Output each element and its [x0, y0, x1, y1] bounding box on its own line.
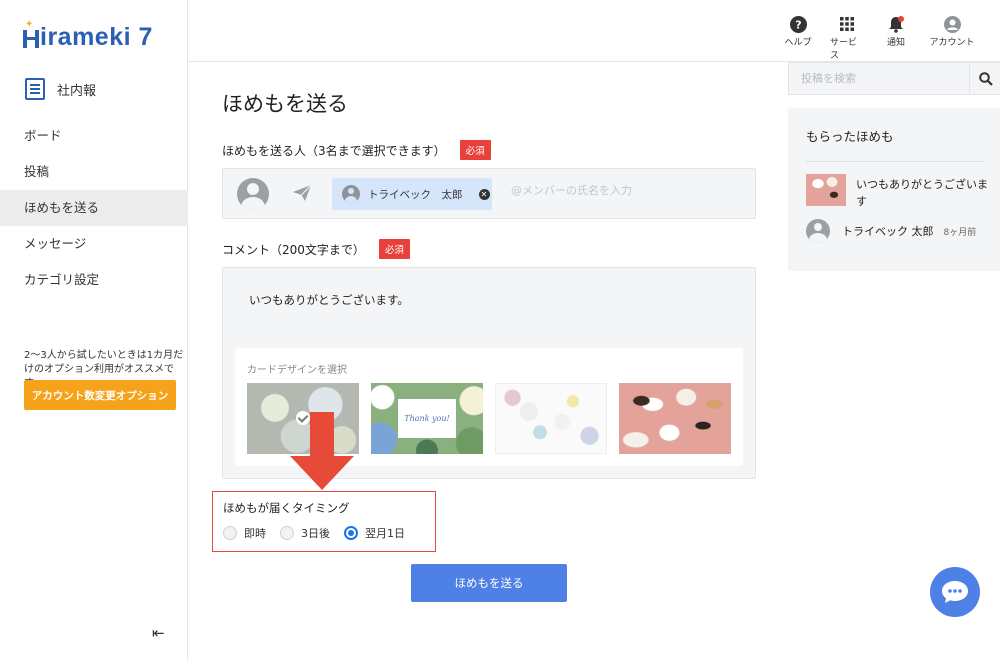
radio-icon	[280, 526, 294, 540]
svg-text:?: ?	[795, 18, 801, 31]
help-label: ヘルプ	[784, 38, 812, 48]
send-icon	[292, 184, 312, 206]
radio-icon	[223, 526, 237, 540]
thank-you-card-text: Thank you!	[398, 399, 456, 438]
send-homemo-button[interactable]: ほめもを送る	[411, 564, 567, 602]
remove-member-icon[interactable]: ✕	[478, 188, 490, 200]
app-name[interactable]: 社内報	[25, 78, 96, 100]
received-homemo-panel: もらったほめも いつもありがとうございます トライベック 太郎 8ヶ月前	[788, 108, 1000, 271]
required-badge: 必須	[378, 239, 410, 259]
timing-option-label: 3日後	[301, 527, 330, 540]
user-icon	[943, 15, 961, 33]
delivery-timing-options: 即時 3日後 翌月1日	[223, 525, 405, 541]
page-title: ほめもを送る	[222, 92, 348, 116]
received-sender[interactable]: トライベック 太郎 8ヶ月前	[806, 219, 976, 243]
timing-option-label: 翌月1日	[365, 527, 405, 540]
sender-field[interactable]: トライベック 太郎 ✕	[222, 168, 756, 219]
comment-label: コメント（200文字まで）	[222, 242, 365, 257]
comment-label-row: コメント（200文字まで） 必須	[222, 239, 410, 259]
search-input[interactable]	[801, 72, 961, 85]
search-icon	[978, 71, 993, 86]
avatar	[806, 219, 830, 243]
notifications-button[interactable]: 通知	[879, 15, 913, 61]
received-card-thumbnail[interactable]	[806, 174, 846, 206]
logo-text: irameki 7	[40, 22, 153, 51]
received-sender-name: トライベック 太郎	[842, 225, 934, 238]
account-label: アカウント	[929, 38, 975, 48]
sidebar-item-board[interactable]: ボード	[0, 118, 188, 154]
account-button[interactable]: アカウント	[928, 15, 976, 61]
card-design-bursts[interactable]	[495, 383, 607, 454]
grid-icon	[838, 15, 856, 33]
newsletter-icon	[25, 78, 45, 100]
timing-option-label: 即時	[244, 527, 266, 540]
selected-member-name: トライベック 太郎	[368, 188, 463, 201]
sidebar-item-category-settings[interactable]: カテゴリ設定	[0, 262, 188, 298]
timing-option-next-month[interactable]: 翌月1日	[344, 525, 405, 541]
chat-button[interactable]	[930, 567, 980, 617]
sidebar-item-messages[interactable]: メッセージ	[0, 226, 188, 262]
member-search-input[interactable]	[511, 184, 741, 197]
notifications-label: 通知	[886, 38, 905, 48]
collapse-sidebar-icon[interactable]: ⇤	[152, 624, 165, 642]
delivery-timing-label: ほめもが届くタイミング	[223, 501, 350, 515]
chat-icon	[942, 581, 968, 603]
bell-icon	[887, 15, 905, 33]
services-button[interactable]: サービス	[830, 15, 864, 61]
services-label: サービス	[830, 38, 858, 61]
delivery-timing-section: ほめもが届くタイミング 即時 3日後 翌月1日	[212, 491, 436, 552]
comment-text[interactable]: いつもありがとうございます。	[249, 292, 409, 308]
account-option-button[interactable]: アカウント数変更オプション	[24, 380, 176, 410]
received-time: 8ヶ月前	[943, 227, 977, 238]
sidebar-item-send-homemo[interactable]: ほめもを送る	[0, 190, 188, 226]
required-badge: 必須	[459, 140, 491, 160]
logo-mark-icon: ✦	[23, 20, 39, 48]
post-search	[788, 62, 1000, 95]
sender-label: ほめもを送る人（3名まで選択できます）	[222, 143, 446, 158]
card-design-label: カードデザインを選択	[247, 365, 347, 376]
sidebar-nav: ボード 投稿 ほめもを送る メッセージ カテゴリ設定	[0, 118, 188, 298]
help-icon: ?	[789, 15, 807, 33]
app-name-label: 社内報	[57, 83, 97, 99]
logo[interactable]: ✦ irameki 7	[23, 20, 153, 52]
card-design-thank-you[interactable]: Thank you!	[371, 383, 483, 454]
divider	[806, 161, 984, 162]
avatar	[237, 178, 269, 210]
member-avatar	[342, 185, 360, 203]
radio-selected-icon	[344, 526, 358, 540]
search-button[interactable]	[969, 63, 1000, 94]
help-button[interactable]: ? ヘルプ	[781, 15, 815, 61]
received-message[interactable]: いつもありがとうございます	[856, 176, 992, 210]
sidebar: ✦ irameki 7 社内報 ボード 投稿 ほめもを送る メッセージ カテゴリ…	[0, 0, 188, 661]
card-design-cats[interactable]	[619, 383, 731, 454]
timing-option-immediate[interactable]: 即時	[223, 525, 266, 541]
timing-option-3-days[interactable]: 3日後	[280, 525, 330, 541]
selected-member-chip[interactable]: トライベック 太郎 ✕	[332, 178, 492, 210]
sender-label-row: ほめもを送る人（3名まで選択できます） 必須	[222, 140, 491, 160]
header: ? ヘルプ サービス 通知 アカウント	[188, 0, 1000, 62]
down-arrow-icon	[290, 412, 354, 490]
sidebar-item-posts[interactable]: 投稿	[0, 154, 188, 190]
received-title: もらったほめも	[806, 129, 894, 144]
